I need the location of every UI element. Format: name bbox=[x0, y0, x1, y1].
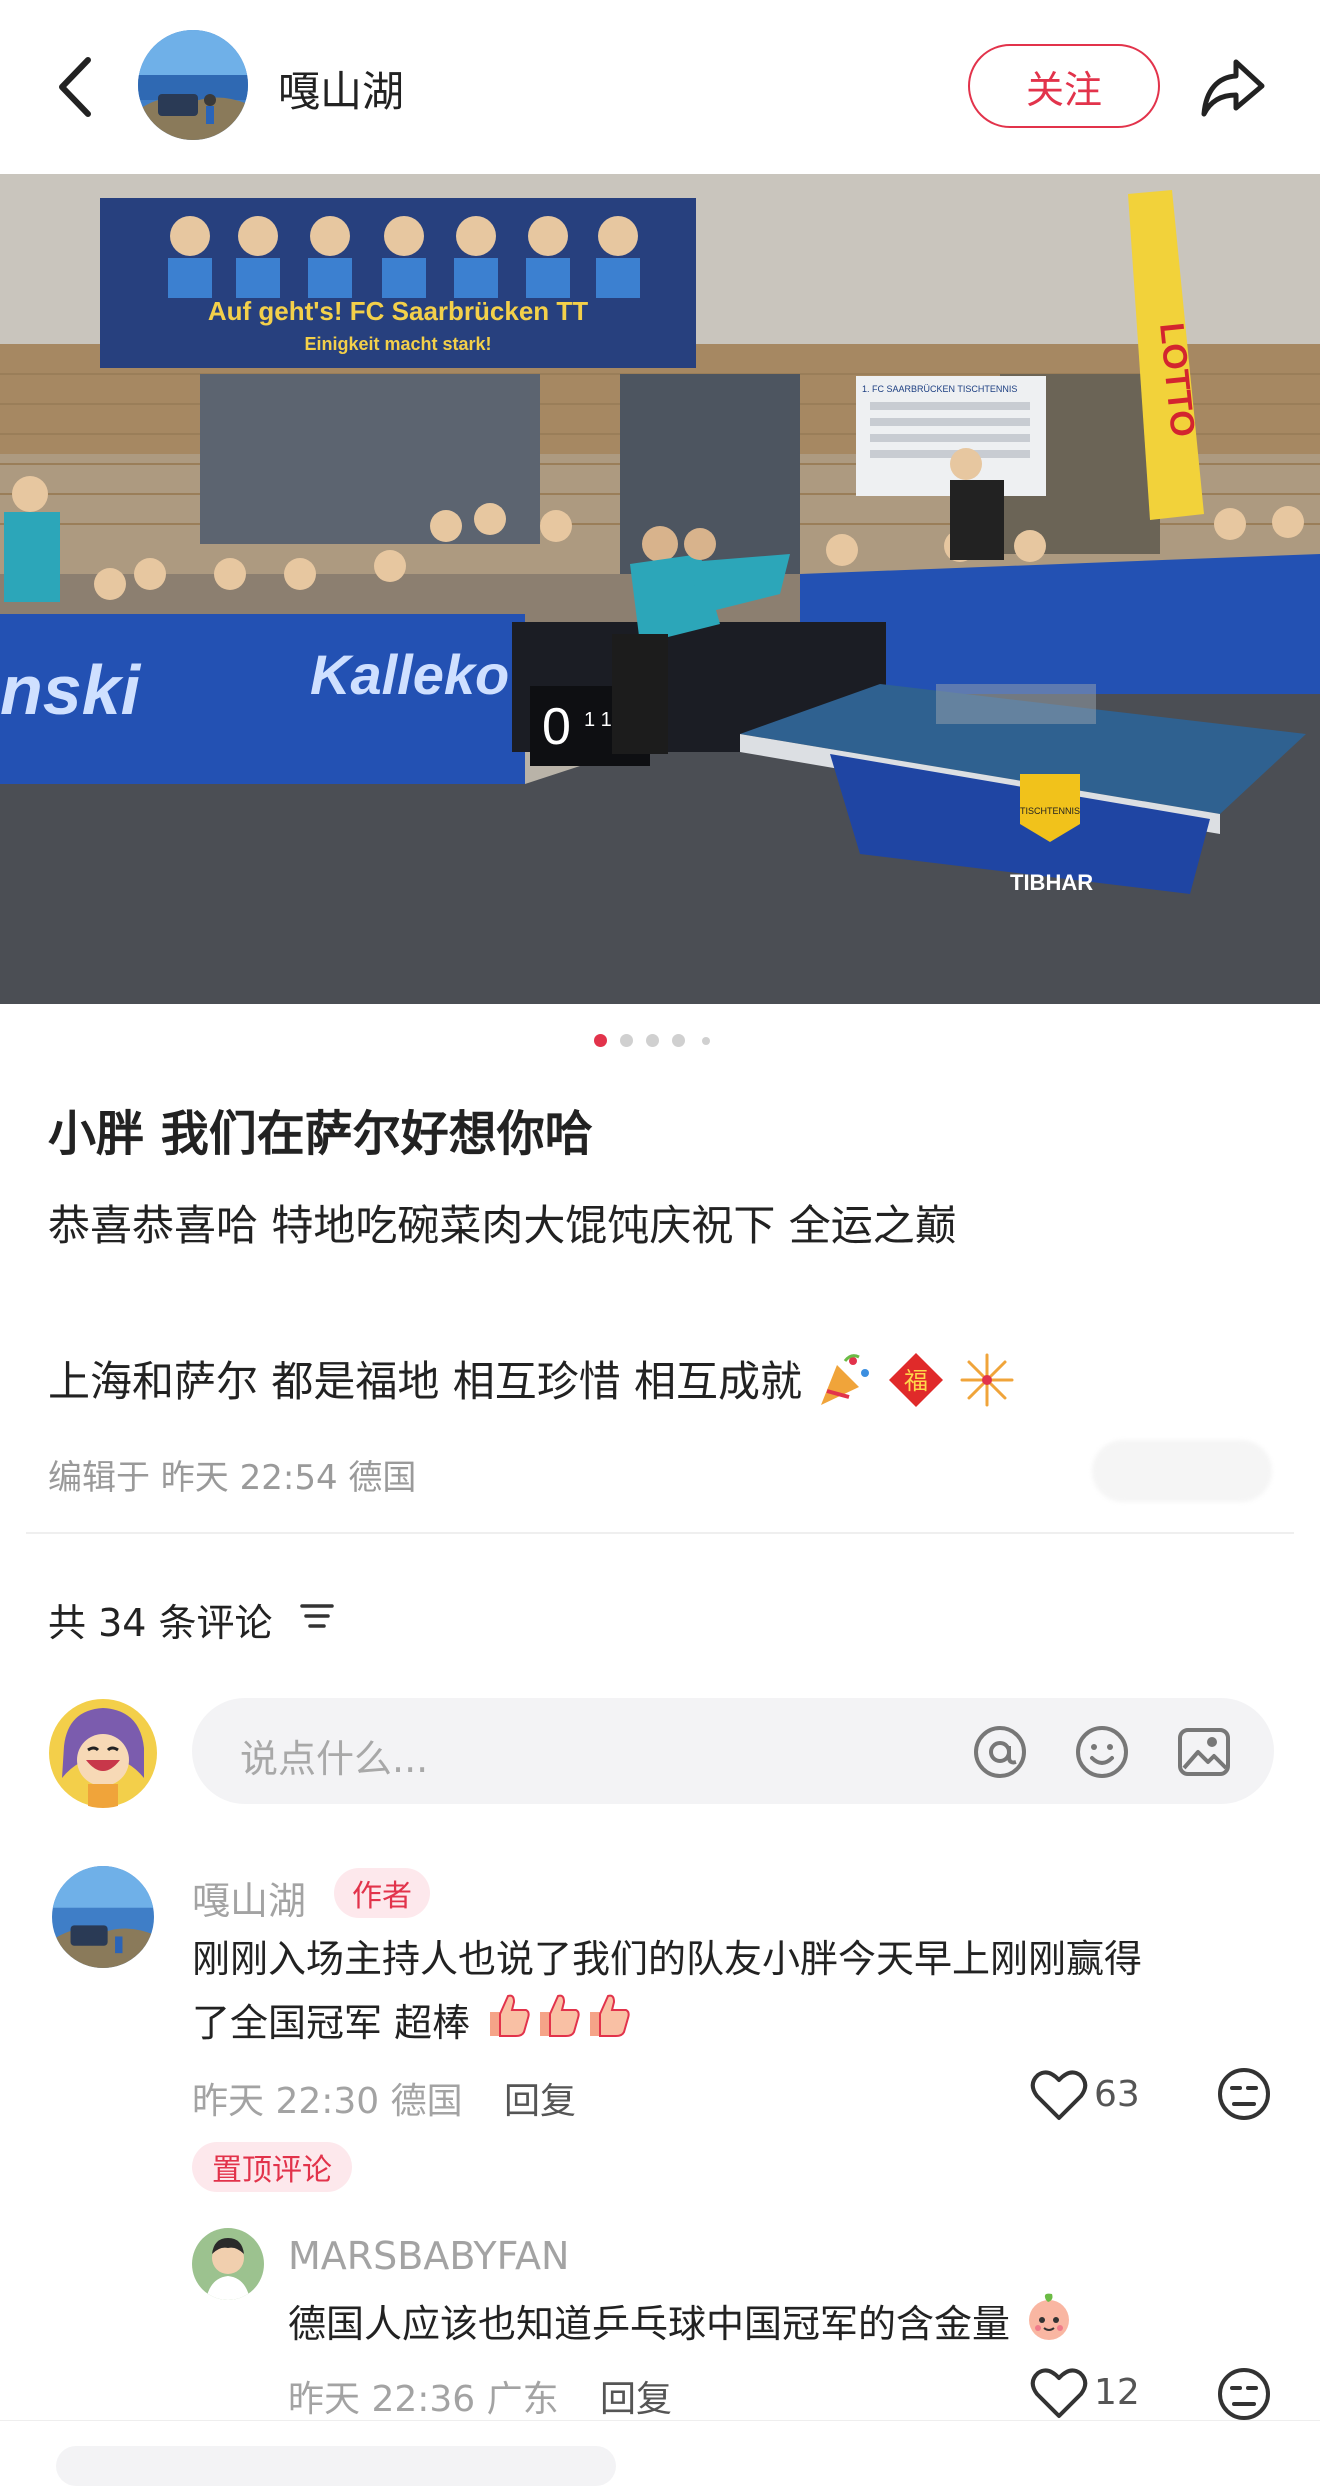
like-icon[interactable] bbox=[1030, 2366, 1088, 2420]
pinned-comment-tag: 置顶评论 bbox=[192, 2142, 352, 2192]
author-avatar[interactable] bbox=[138, 30, 248, 140]
page-dot[interactable] bbox=[672, 1034, 685, 1047]
fireworks-icon bbox=[958, 1351, 1016, 1419]
table-brand: TIBHAR bbox=[1010, 870, 1093, 895]
score-left: 0 bbox=[542, 698, 571, 756]
banner-text-line2: Einigkeit macht stark! bbox=[304, 334, 491, 354]
like-count: 12 bbox=[1094, 2372, 1140, 2413]
top-bar: 嘎山湖 关注 bbox=[0, 0, 1320, 174]
post-photo[interactable]: Auf geht's! FC Saarbrücken TT Einigkeit … bbox=[0, 174, 1320, 1004]
like-count: 63 bbox=[1094, 2074, 1140, 2115]
thumbs-up-icon bbox=[582, 1990, 632, 2062]
party-popper-icon bbox=[815, 1351, 873, 1419]
post-body-text: 上海和萨尔 都是福地 相互珍惜 相互成就 bbox=[48, 1357, 803, 1406]
like-icon[interactable] bbox=[1030, 2068, 1088, 2122]
reply-text: 德国人应该也知道乒乓球中国冠军的含金量 bbox=[288, 2302, 1011, 2346]
comment-meta: 昨天 22:30 德国 bbox=[192, 2081, 463, 2122]
reply-button[interactable]: 回复 bbox=[504, 2072, 576, 2124]
back-icon[interactable] bbox=[50, 52, 102, 122]
dislike-icon[interactable] bbox=[1216, 2066, 1272, 2122]
edit-meta: 编辑于 昨天 22:54 德国 bbox=[48, 1458, 417, 1498]
reply-text-line: 德国人应该也知道乒乓球中国冠军的含金量 bbox=[288, 2290, 1076, 2363]
post-title: 小胖 我们在萨尔好想你哈 bbox=[48, 1106, 593, 1162]
blurred-chip bbox=[1092, 1440, 1272, 1502]
fu-char: 福 bbox=[904, 1367, 928, 1395]
sort-icon[interactable] bbox=[298, 1596, 338, 1636]
page-dot[interactable] bbox=[702, 1037, 710, 1045]
comment-text-line: 了全国冠军 超棒 bbox=[192, 1988, 632, 2062]
author-tag: 作者 bbox=[334, 1868, 430, 1918]
banner-text-line1: Auf geht's! FC Saarbrücken TT bbox=[208, 296, 588, 326]
page-dot[interactable] bbox=[646, 1034, 659, 1047]
page-dot[interactable] bbox=[620, 1034, 633, 1047]
post-body-line: 上海和萨尔 都是福地 相互珍惜 相互成就 福 bbox=[48, 1348, 1016, 1419]
share-icon[interactable] bbox=[1196, 50, 1270, 124]
comment-author-name[interactable]: 嘎山湖 bbox=[192, 1870, 306, 1925]
page-dot-active[interactable] bbox=[594, 1034, 607, 1047]
reply-meta: 昨天 22:36 广东 bbox=[288, 2379, 559, 2420]
author-name[interactable]: 嘎山湖 bbox=[278, 58, 404, 119]
follow-button[interactable]: 关注 bbox=[968, 44, 1160, 128]
ad-board-text: Kalleko bbox=[310, 643, 509, 706]
my-avatar[interactable] bbox=[48, 1698, 158, 1808]
comment-input[interactable]: 说点什么... bbox=[192, 1698, 1274, 1804]
dislike-icon[interactable] bbox=[1216, 2366, 1272, 2422]
peach-face-icon bbox=[1022, 2290, 1076, 2363]
comment-input-placeholder[interactable]: 说点什么... bbox=[240, 1728, 428, 1783]
emoji-icon[interactable] bbox=[1074, 1724, 1130, 1780]
thumbs-up-icon bbox=[532, 1990, 582, 2062]
bottom-input-pill[interactable] bbox=[56, 2446, 616, 2486]
comment-count: 共 34 条评论 bbox=[48, 1601, 273, 1645]
reply-avatar[interactable] bbox=[192, 2228, 264, 2300]
reply-button[interactable]: 回复 bbox=[600, 2370, 672, 2422]
thumbs-up-icon bbox=[482, 1990, 532, 2062]
table-crest-text: TISCHTENNIS bbox=[1020, 806, 1080, 816]
at-icon[interactable] bbox=[972, 1724, 1028, 1780]
comment-text: 了全国冠军 超棒 bbox=[192, 2001, 471, 2045]
reply-author-name[interactable]: MARSBABYFAN bbox=[288, 2234, 569, 2278]
image-icon[interactable] bbox=[1176, 1724, 1232, 1780]
ad-board-text-left: nski bbox=[0, 651, 142, 729]
post-body-line: 恭喜恭喜哈 特地吃碗菜肉大馄饨庆祝下 全运之巅 bbox=[48, 1201, 957, 1250]
comment-avatar[interactable] bbox=[52, 1866, 154, 1968]
fu-diamond-icon: 福 bbox=[887, 1351, 945, 1419]
scoreboard-title: 1. FC SAARBRÜCKEN TISCHTENNIS bbox=[862, 384, 1017, 394]
divider bbox=[26, 1532, 1294, 1534]
comment-text-line: 刚刚入场主持人也说了我们的队友小胖今天早上刚刚赢得 bbox=[192, 1937, 1143, 1981]
score-mid: 1 1 bbox=[584, 709, 612, 731]
